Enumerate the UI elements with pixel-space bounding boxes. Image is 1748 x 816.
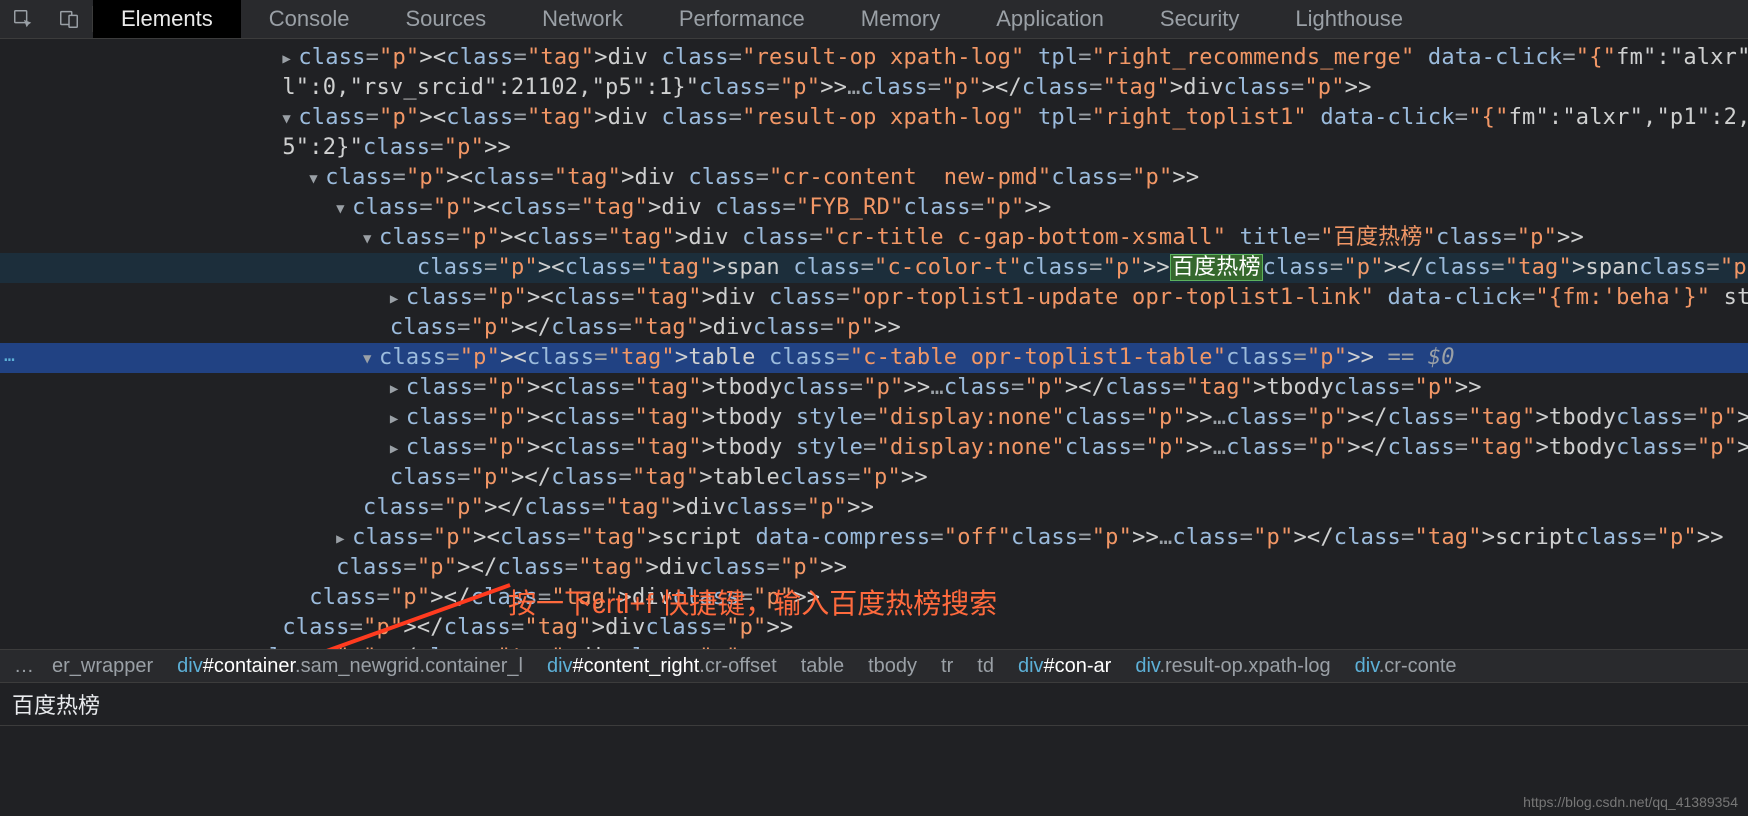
crumb-overflow[interactable]: … (8, 655, 40, 678)
dom-node[interactable]: class="p"><class="tag">div class="cr-con… (0, 163, 1748, 193)
crumb[interactable]: td (965, 655, 1006, 678)
dom-node[interactable]: class="p"></class="tag">divclass="p">> (0, 493, 1748, 523)
dom-node[interactable]: class="p"></class="tag">divclass="p">> (0, 313, 1748, 343)
device-icon[interactable] (46, 0, 92, 38)
dom-node[interactable]: class="p"></class="tag">divclass="p">> (0, 613, 1748, 643)
crumb[interactable]: er_wrapper (40, 655, 165, 678)
tab-console[interactable]: Console (241, 0, 378, 38)
dom-node-selected[interactable]: class="p"><class="tag">table class="c-ta… (0, 343, 1748, 373)
dom-node[interactable]: class="p"><class="tag">div class="cr-tit… (0, 223, 1748, 253)
overflow-dots: … (4, 345, 17, 366)
tab-security[interactable]: Security (1132, 0, 1267, 38)
dom-node[interactable]: class="p"><class="tag">script data-compr… (0, 523, 1748, 553)
tab-performance[interactable]: Performance (651, 0, 833, 38)
crumb[interactable]: div.cr-conte (1343, 655, 1469, 678)
dom-node[interactable]: l":0,"rsv_srcid":21102,"p5":1}"class="p"… (0, 73, 1748, 103)
dom-breadcrumbs[interactable]: … er_wrapper div#container.sam_newgrid.c… (0, 649, 1748, 682)
dom-node[interactable]: class="p"><class="tag">div class="FYB_RD… (0, 193, 1748, 223)
dom-node[interactable]: class="p"></class="tag">divclass="p">> (0, 643, 1748, 649)
dom-node[interactable]: class="p"></class="tag">tableclass="p">> (0, 463, 1748, 493)
tab-lighthouse[interactable]: Lighthouse (1267, 0, 1431, 38)
crumb[interactable]: div#container.sam_newgrid.container_l (165, 655, 535, 678)
devtools-toolbar: Elements Console Sources Network Perform… (0, 0, 1748, 39)
tab-sources[interactable]: Sources (377, 0, 514, 38)
crumb[interactable]: table (789, 655, 856, 678)
crumb[interactable]: div.result-op.xpath-log (1123, 655, 1342, 678)
dom-node[interactable]: class="p"><class="tag">tbodyclass="p">>…… (0, 373, 1748, 403)
dom-node[interactable]: class="p"><class="tag">tbody style="disp… (0, 403, 1748, 433)
dom-node[interactable]: class="p"><class="tag">div class="opr-to… (0, 283, 1748, 313)
search-input[interactable] (10, 690, 1738, 718)
tab-elements[interactable]: Elements (93, 0, 241, 38)
dom-node[interactable]: 5":2}"class="p">> (0, 133, 1748, 163)
inspect-icon[interactable] (0, 0, 46, 38)
dom-node[interactable]: class="p"><class="tag">div class="result… (0, 103, 1748, 133)
crumb[interactable]: div#content_right.cr-offset (535, 655, 789, 678)
crumb[interactable]: tbody (856, 655, 929, 678)
watermark: https://blog.csdn.net/qq_41389354 (1523, 794, 1738, 810)
search-bar (0, 682, 1748, 726)
crumb[interactable]: div#con-ar (1006, 655, 1123, 678)
dom-node[interactable]: class="p"></class="tag">divclass="p">> (0, 583, 1748, 613)
dom-node[interactable]: class="p"></class="tag">divclass="p">> (0, 553, 1748, 583)
tab-application[interactable]: Application (968, 0, 1132, 38)
tab-network[interactable]: Network (514, 0, 651, 38)
crumb[interactable]: tr (929, 655, 965, 678)
dom-node[interactable]: class="p"><class="tag">tbody style="disp… (0, 433, 1748, 463)
dom-node[interactable]: class="p"><class="tag">span class="c-col… (0, 253, 1748, 283)
tab-memory[interactable]: Memory (833, 0, 968, 38)
elements-tree[interactable]: … class="p"><class="tag">div class="resu… (0, 39, 1748, 649)
dom-node[interactable]: class="p"><class="tag">div class="result… (0, 43, 1748, 73)
